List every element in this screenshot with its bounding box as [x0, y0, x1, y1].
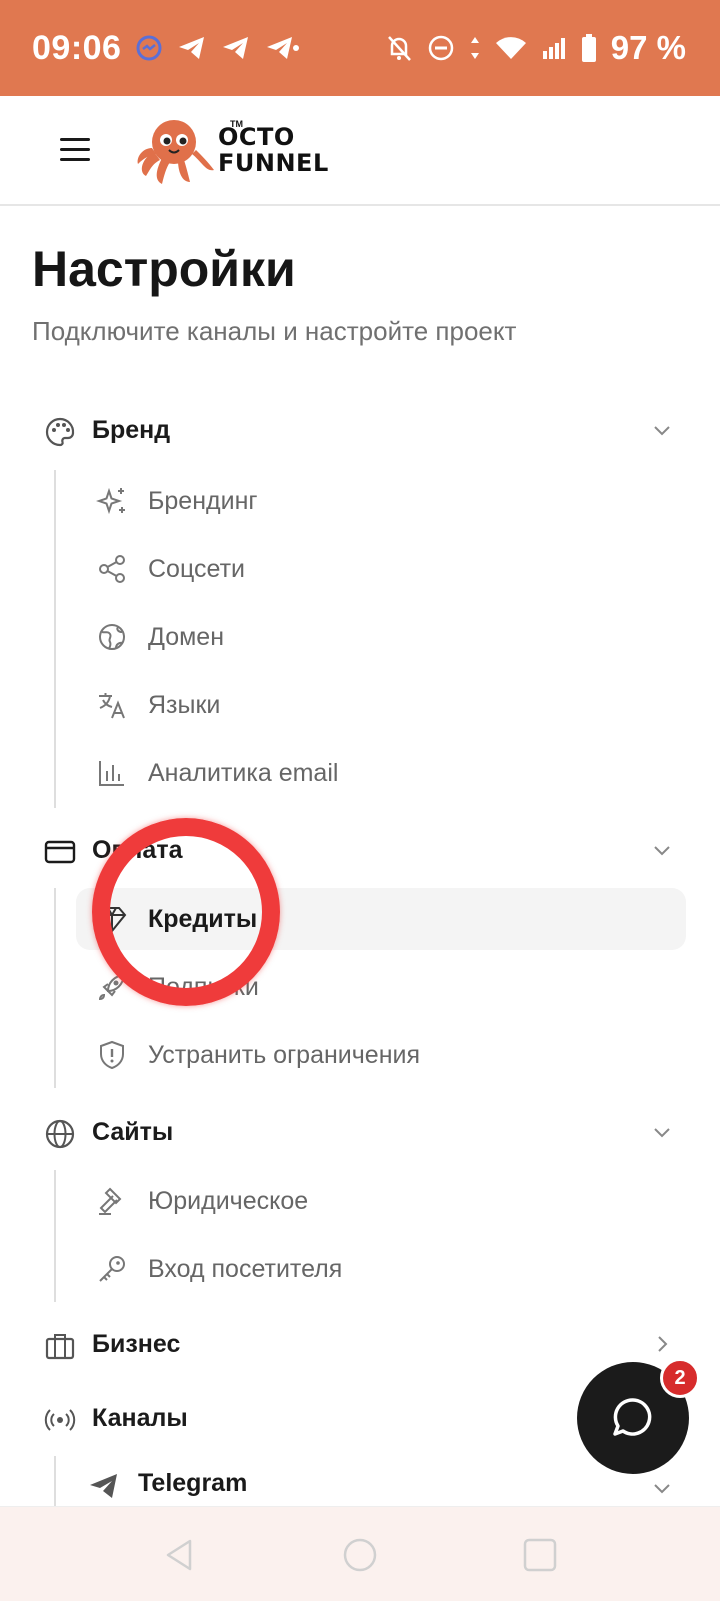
nav-item-remove-restrictions[interactable]: Устранить ограничения [76, 1024, 686, 1086]
chat-unread-badge: 2 [660, 1358, 700, 1398]
section-divider-line [54, 470, 56, 808]
share-icon [99, 555, 125, 583]
nav-item-socials[interactable]: Соцсети [76, 538, 686, 600]
telegram-notification-icon [221, 34, 251, 62]
broadcast-icon [44, 1409, 76, 1431]
nav-item-languages[interactable]: Языки [76, 674, 686, 736]
telegram-notification-icon [265, 34, 300, 62]
chevron-down-icon [654, 1484, 670, 1494]
nav-item-branding[interactable]: Брендинг [76, 470, 686, 532]
status-left: 09:06 [32, 28, 300, 68]
bar-chart-icon [99, 761, 124, 786]
logo-line-2: FUNNEL [218, 149, 329, 177]
nav-section-label: Бренд [92, 416, 171, 444]
nav-item-label: Юридическое [148, 1187, 309, 1215]
chevron-down-icon [654, 1128, 670, 1138]
nav-item-domain[interactable]: Домен [76, 606, 686, 668]
status-bar: 09:06 97 % [0, 0, 720, 96]
credit-card-icon [44, 840, 76, 864]
globe-icon [45, 1119, 75, 1149]
wifi-icon [495, 35, 527, 61]
briefcase-icon [45, 1334, 75, 1360]
nav-item-email-analytics[interactable]: Аналитика email [76, 742, 686, 804]
nav-item-label: Соцсети [148, 555, 245, 583]
messenger-notification-icon [135, 34, 163, 62]
key-icon [99, 1256, 125, 1282]
nav-item-label: Домен [148, 623, 225, 651]
app-header: OCTO FUNNEL TM [0, 96, 720, 206]
translate-icon [99, 693, 125, 719]
bell-off-icon [385, 33, 413, 63]
hamburger-menu-button[interactable] [56, 130, 96, 170]
nav-item-label: Языки [148, 691, 221, 719]
recents-icon[interactable] [520, 1535, 560, 1575]
section-divider-line [54, 1170, 56, 1302]
sparkles-icon [96, 487, 125, 515]
nav-item-label: Вход посетителя [148, 1255, 343, 1283]
nav-item-label: Telegram [138, 1469, 248, 1497]
nav-item-label: Аналитика email [148, 759, 339, 787]
logo-wordmark: OCTO FUNNEL [218, 124, 329, 176]
nav-item-label: Брендинг [148, 487, 258, 515]
octofunnel-logo[interactable]: OCTO FUNNEL TM [136, 114, 346, 188]
nav-item-label: Устранить ограничения [148, 1041, 420, 1069]
chevron-down-icon [654, 426, 670, 436]
chevron-right-icon [658, 1336, 668, 1352]
chat-bubble-icon [613, 1398, 652, 1436]
back-icon[interactable] [160, 1535, 200, 1575]
logo-trademark: TM [230, 119, 243, 129]
palette-icon [45, 417, 75, 447]
nav-section-label: Сайты [92, 1118, 174, 1146]
nav-section-sites[interactable]: Сайты [0, 1100, 720, 1164]
octopus-logo-icon [137, 120, 214, 184]
telegram-notification-icon [177, 34, 207, 62]
nav-item-legal[interactable]: Юридическое [76, 1170, 686, 1232]
do-not-disturb-icon [427, 34, 455, 62]
data-transfer-icon [469, 34, 481, 62]
gavel-icon [99, 1187, 122, 1215]
system-navigation-bar [0, 1506, 720, 1601]
chevron-down-icon [654, 846, 670, 856]
page-subtitle: Подключите каналы и настройте проект [32, 316, 517, 346]
telegram-icon [90, 1474, 117, 1498]
home-icon[interactable] [340, 1535, 380, 1575]
battery-icon [581, 33, 597, 63]
battery-percent: 97 % [610, 29, 686, 66]
annotation-highlight-circle [92, 818, 280, 1006]
section-divider-line [54, 1456, 56, 1506]
nav-section-brand[interactable]: Бренд [0, 398, 720, 462]
hamburger-icon [60, 138, 90, 161]
status-right: 97 % [385, 29, 686, 67]
status-time: 09:06 [32, 28, 122, 67]
shield-icon [100, 1040, 124, 1070]
signal-icon [541, 35, 567, 61]
nav-section-label: Бизнес [92, 1330, 181, 1358]
page-title: Настройки [32, 241, 296, 297]
section-divider-line [54, 888, 56, 1088]
globe-grid-icon [99, 624, 125, 650]
nav-section-label: Каналы [92, 1404, 188, 1432]
nav-item-visitor-login[interactable]: Вход посетителя [76, 1238, 686, 1300]
